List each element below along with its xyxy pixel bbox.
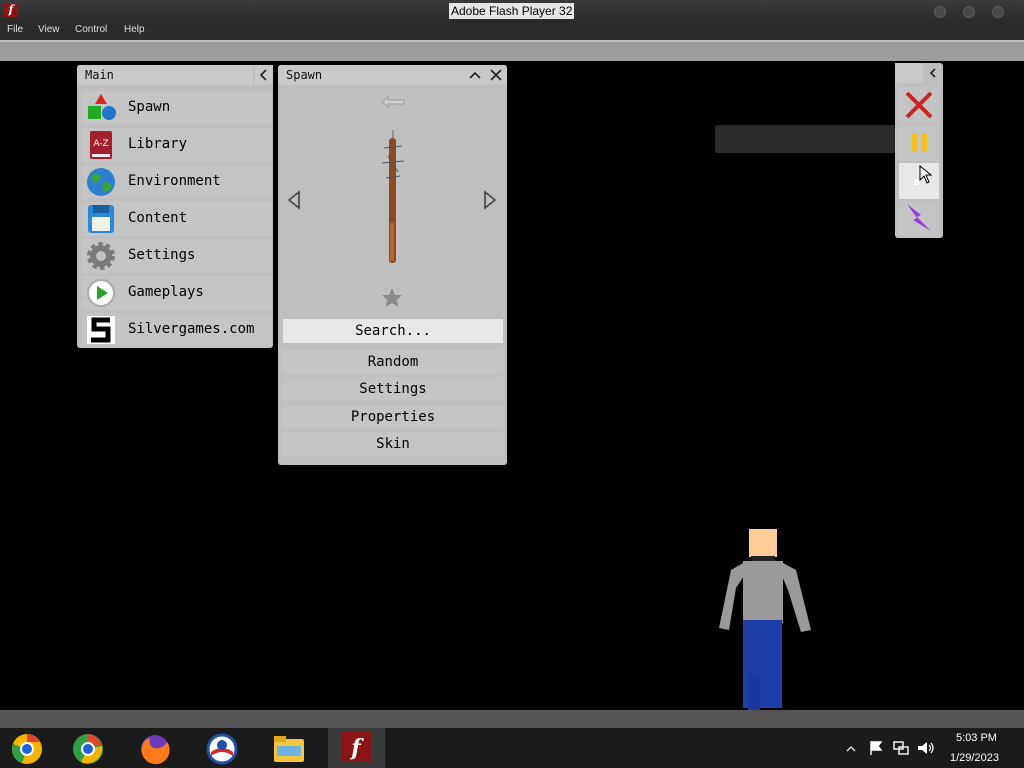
taskbar: f 5:03 PM 1/29/2023: [0, 710, 1024, 768]
main-panel-header: Main: [77, 65, 253, 85]
main-item-library[interactable]: A-Z Library: [82, 128, 272, 162]
skin-button[interactable]: Skin: [283, 432, 503, 456]
main-item-label: Gameplays: [128, 284, 204, 300]
silvergames-logo-icon: [87, 316, 115, 344]
favorite-star-icon[interactable]: [381, 287, 403, 309]
play-icon: [87, 279, 115, 307]
gear-icon: [87, 242, 115, 270]
close-icon[interactable]: [489, 68, 503, 82]
spawn-panel: Spawn Search... Random Settings Properti…: [278, 65, 507, 465]
volume-icon[interactable]: [917, 740, 935, 756]
chevron-up-icon[interactable]: [468, 68, 482, 82]
spawn-settings-button[interactable]: Settings: [283, 377, 503, 401]
shapes-icon: [88, 94, 116, 120]
flag-icon[interactable]: [869, 740, 883, 756]
window-title: Adobe Flash Player 32: [449, 3, 575, 19]
spawn-panel-header: Spawn: [278, 65, 507, 85]
chrome-icon[interactable]: [71, 732, 105, 766]
lightning-tool-button[interactable]: [899, 201, 939, 235]
network-icon[interactable]: [893, 740, 909, 756]
spawn-panel-title: Spawn: [286, 68, 323, 82]
chrome-canary-icon[interactable]: [10, 732, 44, 766]
maximize-button[interactable]: [963, 6, 975, 18]
next-item-arrow-icon[interactable]: [482, 190, 498, 210]
clock-time[interactable]: 5:03 PM: [956, 732, 997, 744]
main-item-label: Spawn: [128, 99, 171, 115]
main-item-settings[interactable]: Settings: [82, 239, 272, 273]
globe-icon: [87, 168, 115, 196]
menu-view[interactable]: View: [38, 24, 60, 35]
flash-player-icon: f: [341, 732, 371, 762]
taskbar-strip: [0, 710, 1024, 728]
main-item-silvergames[interactable]: Silvergames.com: [82, 313, 272, 347]
main-item-label: Settings: [128, 247, 196, 263]
main-item-spawn[interactable]: Spawn: [82, 91, 272, 125]
main-item-gameplays[interactable]: Gameplays: [82, 276, 272, 310]
search-button[interactable]: Search...: [283, 319, 503, 343]
game-top-bar: [0, 40, 1024, 61]
minimize-button[interactable]: [934, 6, 946, 18]
chevron-left-icon: [259, 69, 267, 81]
tool-panel: [895, 63, 943, 238]
book-icon: A-Z: [90, 131, 112, 159]
menu-file[interactable]: File: [7, 24, 23, 35]
svg-text:A-Z: A-Z: [93, 139, 108, 149]
menu-control[interactable]: Control: [75, 24, 107, 35]
chevron-up-icon[interactable]: [846, 744, 856, 752]
close-x-icon: [905, 91, 933, 119]
title-bar: f Adobe Flash Player 32: [0, 0, 1024, 22]
prev-item-arrow-icon[interactable]: [286, 190, 302, 210]
main-item-label: Silvergames.com: [128, 321, 255, 337]
main-item-content[interactable]: Content: [82, 202, 272, 236]
pause-icon: [912, 133, 927, 151]
main-item-label: Library: [128, 136, 188, 152]
pause-tool-button[interactable]: [899, 125, 939, 161]
main-panel: Main Spawn A-Z Library Environment Conte…: [77, 65, 273, 348]
chevron-left-icon[interactable]: [927, 67, 939, 79]
tool-panel-header: [895, 63, 923, 83]
slow-motion-tool-button[interactable]: [899, 163, 939, 199]
menu-bar: File View Control Help: [0, 22, 1024, 40]
collapse-button[interactable]: [255, 65, 273, 85]
mouse-cursor-icon: [919, 165, 933, 184]
delete-tool-button[interactable]: [899, 87, 939, 123]
random-button[interactable]: Random: [283, 350, 503, 374]
close-window-button[interactable]: [992, 6, 1004, 18]
file-explorer-icon[interactable]: [272, 732, 306, 766]
tooltip-box: [715, 125, 895, 153]
main-panel-title: Main: [85, 68, 114, 82]
menu-help[interactable]: Help: [124, 24, 145, 35]
floppy-disk-icon: [88, 205, 114, 233]
lightning-icon: [907, 204, 931, 231]
back-arrow-icon[interactable]: [380, 95, 406, 109]
firefox-icon[interactable]: [138, 732, 172, 766]
taskbar-active-app[interactable]: f: [328, 728, 385, 768]
ragdoll-character[interactable]: [716, 528, 814, 710]
flash-icon: f: [4, 3, 18, 17]
clock-date[interactable]: 1/29/2023: [950, 752, 999, 764]
obama-logo-icon[interactable]: [205, 732, 239, 766]
main-item-label: Content: [128, 210, 188, 226]
main-item-environment[interactable]: Environment: [82, 165, 272, 199]
main-item-label: Environment: [128, 173, 221, 189]
properties-button[interactable]: Properties: [283, 405, 503, 429]
spiked-bat-icon: [381, 130, 405, 263]
